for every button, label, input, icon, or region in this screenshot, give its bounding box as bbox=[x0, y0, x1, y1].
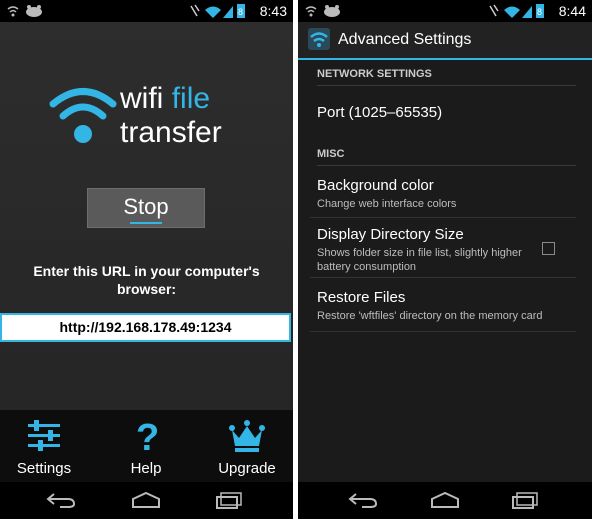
wifi-logo-icon bbox=[49, 88, 117, 143]
settings-screen: 8 8:44 Advanced Settings NETWORK SETTING… bbox=[298, 0, 592, 519]
recent-apps-icon[interactable] bbox=[511, 491, 541, 509]
pref-title: Restore Files bbox=[317, 289, 406, 306]
signal-icons: 8 bbox=[488, 2, 548, 23]
status-bar: 8 8:43 bbox=[0, 0, 293, 22]
url-field[interactable]: http://192.168.178.49:1234 bbox=[0, 313, 291, 342]
upgrade-label: Upgrade bbox=[218, 460, 276, 477]
home-icon[interactable] bbox=[430, 491, 460, 509]
help-label: Help bbox=[130, 460, 162, 477]
section-header-misc: MISC bbox=[317, 148, 576, 166]
url-instructions: Enter this URL in your computer's browse… bbox=[33, 263, 260, 297]
wifi-signal-battery-icon: 8 bbox=[489, 4, 544, 18]
settings-list: NETWORK SETTINGS Port (1025–65535) MISC … bbox=[298, 60, 592, 482]
pref-display-directory-size[interactable]: Display Directory Size Shows folder size… bbox=[317, 226, 542, 274]
logo-text-line1: wifi file bbox=[120, 82, 211, 115]
pref-summary: Restore 'wftfiles' directory on the memo… bbox=[317, 310, 543, 322]
stop-button-label: Stop bbox=[123, 194, 169, 219]
page-title: Advanced Settings bbox=[338, 31, 472, 48]
help-button[interactable]: ? Help bbox=[106, 417, 186, 477]
recent-apps-icon[interactable] bbox=[215, 491, 245, 509]
clock: 8:43 bbox=[259, 3, 287, 19]
main-screen: 8 8:43 wifi file transfer Stop Enter thi… bbox=[0, 0, 293, 519]
pref-port[interactable]: Port (1025–65535) bbox=[317, 104, 576, 121]
pref-background-color[interactable]: Background color Change web interface co… bbox=[317, 177, 576, 211]
stop-button[interactable]: Stop bbox=[87, 188, 205, 228]
back-icon[interactable] bbox=[46, 491, 76, 509]
app-logo: wifi file transfer bbox=[48, 82, 248, 174]
notification-icons bbox=[6, 3, 44, 22]
stop-button-underline bbox=[130, 222, 162, 224]
clock: 8:44 bbox=[558, 3, 586, 19]
home-icon[interactable] bbox=[131, 491, 161, 509]
pref-title: Background color bbox=[317, 177, 434, 194]
navigation-bar bbox=[0, 482, 293, 519]
app-icon[interactable] bbox=[308, 28, 330, 50]
svg-text:8: 8 bbox=[238, 7, 243, 17]
pref-summary: Shows folder size in file list, slightly… bbox=[317, 247, 522, 273]
question-icon: ? bbox=[136, 417, 159, 459]
signal-icons: 8 bbox=[189, 2, 249, 23]
crown-icon bbox=[229, 420, 265, 452]
svg-text:?: ? bbox=[136, 418, 159, 454]
usb-wifi-notification-icon bbox=[7, 5, 42, 17]
settings-button[interactable]: Settings bbox=[4, 418, 84, 477]
svg-text:8: 8 bbox=[537, 7, 542, 17]
divider bbox=[310, 331, 576, 332]
back-icon[interactable] bbox=[348, 491, 378, 509]
pref-title: Display Directory Size bbox=[317, 226, 464, 243]
status-bar: 8 8:44 bbox=[298, 0, 592, 22]
pref-restore-files[interactable]: Restore Files Restore 'wftfiles' directo… bbox=[317, 289, 576, 323]
notification-icons bbox=[304, 3, 342, 22]
bottom-action-bar: Settings ? Help Upgrade bbox=[0, 410, 293, 482]
navigation-bar bbox=[298, 482, 592, 519]
settings-label: Settings bbox=[16, 460, 72, 477]
upgrade-button[interactable]: Upgrade bbox=[207, 418, 287, 477]
pref-title: Port (1025–65535) bbox=[317, 104, 443, 121]
pref-summary: Change web interface colors bbox=[317, 198, 457, 210]
main-content: wifi file transfer Stop Enter this URL i… bbox=[0, 22, 293, 482]
display-directory-size-checkbox[interactable] bbox=[542, 242, 555, 255]
divider bbox=[310, 277, 576, 278]
sliders-icon bbox=[28, 420, 60, 451]
action-bar: Advanced Settings bbox=[298, 22, 592, 60]
wifi-signal-battery-icon: 8 bbox=[190, 4, 245, 18]
usb-wifi-notification-icon bbox=[305, 5, 340, 17]
logo-text-line2: transfer bbox=[120, 116, 222, 149]
divider bbox=[310, 217, 576, 218]
section-header-network: NETWORK SETTINGS bbox=[317, 68, 576, 86]
